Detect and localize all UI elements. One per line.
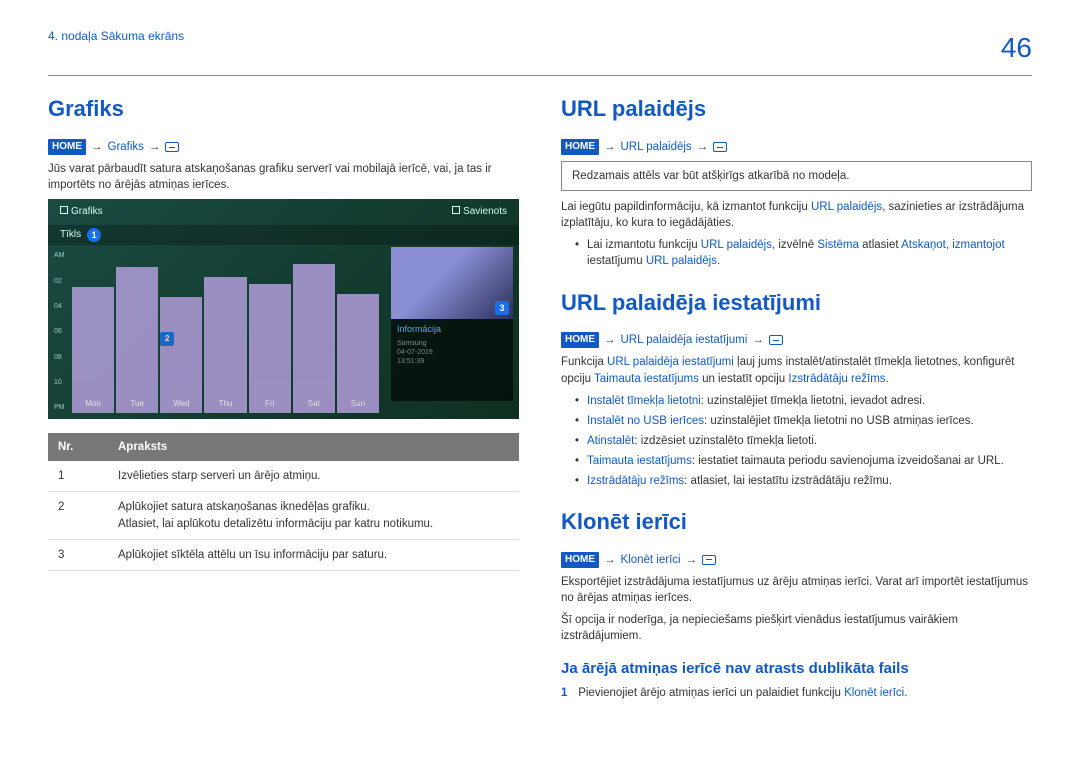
grafiks-intro: Jūs varat pārbaudīt satura atskaņošanas … (48, 161, 519, 193)
table-row: 1 Izvēlieties starp serveri un ārējo atm… (48, 461, 519, 492)
list-item: Instalēt no USB ierīces: uzinstalējiet t… (575, 413, 1032, 429)
klonet-p1: Eksportējiet izstrādājuma iestatījumus u… (561, 574, 1032, 606)
ss-connected: Savienots (463, 206, 507, 217)
left-column: Grafiks HOME → Grafiks → Jūs varat pārba… (48, 94, 519, 701)
url-iestat-p1: Funkcija URL palaidēja iestatījumi ļauj … (561, 354, 1032, 386)
enter-icon (165, 142, 179, 152)
col-desc: Apraksts (108, 433, 519, 461)
desc-table: Nr. Apraksts 1 Izvēlieties starp serveri… (48, 433, 519, 570)
arrow-icon: → (149, 139, 161, 155)
klonet-p2: Šī opcija ir noderīga, ja nepieciešams p… (561, 612, 1032, 644)
page-number: 46 (1001, 28, 1032, 67)
arrow-icon: → (91, 139, 103, 155)
arrow-icon: → (604, 552, 616, 568)
nav-path-klonet: HOME → Klonēt ierīci → (561, 552, 1032, 568)
link-icon (452, 206, 460, 214)
nav-path-url-iestat: HOME → URL palaidēja iestatījumi → (561, 332, 1032, 348)
list-item: Lai izmantotu funkciju URL palaidējs, iz… (575, 237, 1032, 269)
table-row: 2 Aplūkojiet satura atskaņošanas iknedēļ… (48, 492, 519, 539)
list-item: Izstrādātāju režīms: atlasiet, lai iesta… (575, 473, 1032, 489)
grid-icon (60, 206, 68, 214)
list-item: Taimauta iestatījums: iestatiet taimauta… (575, 453, 1032, 469)
enter-icon (702, 555, 716, 565)
url-p1: Lai iegūtu papildinformāciju, kā izmanto… (561, 199, 1032, 231)
ss-hours: AM0204060810PM (54, 251, 70, 413)
list-item: Instalēt tīmekļa lietotni: uzinstalējiet… (575, 393, 1032, 409)
sub-heading-klonet: Ja ārējā atmiņas ierīcē nav atrasts dubl… (561, 658, 1032, 679)
table-row: 3 Aplūkojiet sīktēla attēlu un īsu infor… (48, 539, 519, 570)
nav-item-klonet: Klonēt ierīci (621, 552, 681, 568)
home-chip: HOME (561, 552, 599, 568)
arrow-icon: → (686, 552, 698, 568)
nav-item-url: URL palaidējs (621, 139, 692, 155)
nav-item-url-iestat: URL palaidēja iestatījumi (621, 332, 748, 348)
header-rule (48, 75, 1032, 76)
arrow-icon: → (604, 139, 616, 155)
note-box: Redzamais attēls var būt atšķirīgs atkar… (561, 161, 1032, 191)
callout-3: 3 (495, 301, 509, 315)
enter-icon (713, 142, 727, 152)
heading-url-palaidejs: URL palaidējs (561, 94, 1032, 125)
callout-2: 2 (160, 332, 174, 346)
grafiks-screenshot: Grafiks Savienots Tīkls 1 AM0204060810PM… (48, 199, 519, 419)
col-nr: Nr. (48, 433, 108, 461)
heading-klonet: Klonēt ierīci (561, 507, 1032, 538)
right-column: URL palaidējs HOME → URL palaidējs → Red… (561, 94, 1032, 701)
ss-thumb: 3 (391, 247, 513, 319)
heading-grafiks: Grafiks (48, 94, 519, 125)
ss-network: Tīkls (60, 228, 81, 242)
arrow-icon: → (697, 139, 709, 155)
ss-info: Informācija Samsung04-07-201913:51:39 (391, 319, 513, 401)
enter-icon (769, 335, 783, 345)
step-1: 1 Pievienojiet ārējo atmiņas ierīci un p… (561, 685, 1032, 701)
nav-path-grafiks: HOME → Grafiks → (48, 139, 519, 155)
callout-1: 1 (87, 228, 101, 242)
home-chip: HOME (561, 139, 599, 155)
nav-path-url: HOME → URL palaidējs → (561, 139, 1032, 155)
home-chip: HOME (561, 332, 599, 348)
nav-item-grafiks: Grafiks (108, 139, 144, 155)
chapter-label: 4. nodaļa Sākuma ekrāns (48, 28, 184, 45)
home-chip: HOME (48, 139, 86, 155)
ss-title: Grafiks (71, 206, 103, 217)
list-item: Atinstalēt: izdzēsiet uzinstalēto tīmekļ… (575, 433, 1032, 449)
arrow-icon: → (752, 332, 764, 348)
heading-url-iestat: URL palaidēja iestatījumi (561, 288, 1032, 319)
ss-chart: Mon Tue Wed 2 Thu Fri Sat Sun (72, 247, 379, 413)
arrow-icon: → (604, 332, 616, 348)
